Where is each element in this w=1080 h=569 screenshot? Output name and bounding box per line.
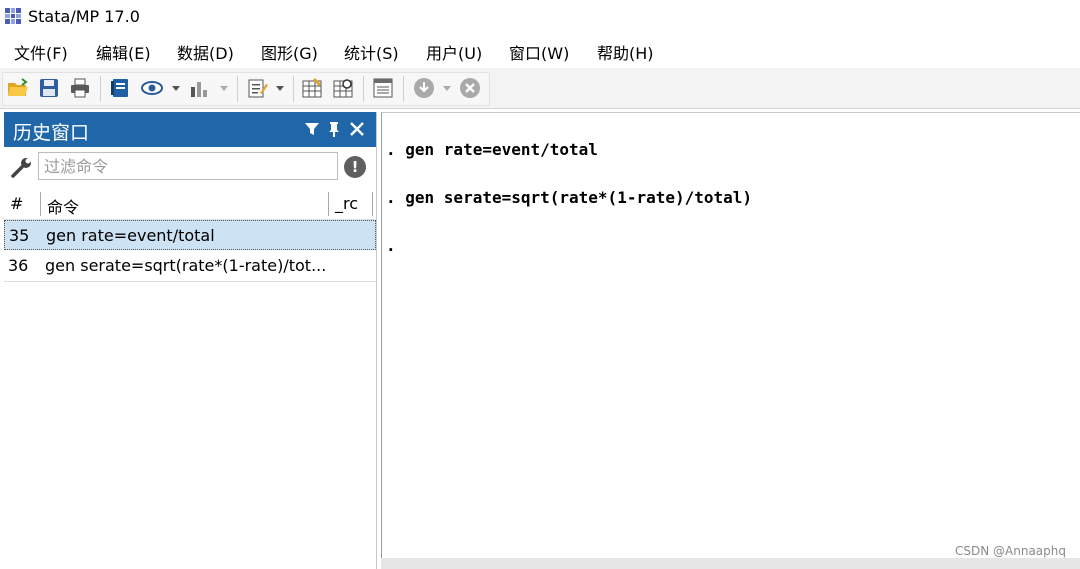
filter-commands-input[interactable] <box>38 152 338 180</box>
more-icon[interactable] <box>413 77 435 99</box>
menu-help[interactable]: 帮助(H) <box>597 40 654 64</box>
viewer-dropdown-icon[interactable] <box>172 86 180 91</box>
variables-manager-icon[interactable] <box>372 77 394 99</box>
column-divider[interactable] <box>328 192 329 216</box>
menu-file[interactable]: 文件(F) <box>14 40 68 64</box>
pin-icon[interactable] <box>325 120 343 138</box>
log-icon[interactable] <box>109 77 131 99</box>
do-file-dropdown-icon[interactable] <box>276 86 284 91</box>
column-number[interactable]: # <box>10 194 23 213</box>
print-icon[interactable] <box>69 77 91 99</box>
toolbar-separator <box>403 76 404 102</box>
toolbar-separator <box>237 76 238 102</box>
results-line: . gen rate=event/total <box>386 140 598 159</box>
results-window[interactable]: . gen rate=event/total . gen serate=sqrt… <box>381 112 1080 559</box>
menu-data[interactable]: 数据(D) <box>177 40 234 64</box>
title-bar: Stata/MP 17.0 <box>0 0 1080 34</box>
menu-statistics[interactable]: 统计(S) <box>344 40 399 64</box>
results-line: . gen serate=sqrt(rate*(1-rate)/total) <box>386 188 753 207</box>
data-editor-icon[interactable] <box>301 77 323 99</box>
history-row-number: 36 <box>8 256 29 275</box>
menu-window[interactable]: 窗口(W) <box>509 40 569 64</box>
break-icon[interactable] <box>459 77 481 99</box>
close-icon[interactable] <box>348 120 366 138</box>
menu-bar: 文件(F) 编辑(E) 数据(D) 图形(G) 统计(S) 用户(U) 窗口(W… <box>0 36 1080 66</box>
watermark: CSDN @Annaaphq <box>955 544 1066 558</box>
save-icon[interactable] <box>38 77 60 99</box>
more-dropdown-icon[interactable] <box>443 86 451 91</box>
column-rc[interactable]: _rc <box>335 194 358 213</box>
results-prompt: . <box>386 236 396 255</box>
column-divider[interactable] <box>372 192 373 216</box>
do-file-editor-icon[interactable] <box>246 77 268 99</box>
filter-icon[interactable] <box>303 120 321 138</box>
history-row[interactable]: 36 gen serate=sqrt(rate*(1-rate)/tot... <box>4 251 376 282</box>
command-window-strip[interactable] <box>381 558 1080 569</box>
column-command[interactable]: 命令 <box>47 194 79 218</box>
column-divider[interactable] <box>40 192 41 216</box>
toolbar-separator <box>363 76 364 102</box>
open-folder-icon[interactable] <box>7 77 29 99</box>
history-panel: 历史窗口 ! # 命令 _rc 35 gen rate=event/total <box>4 112 377 569</box>
history-row-number: 35 <box>9 226 30 245</box>
history-column-header: # 命令 _rc <box>4 189 376 220</box>
toolbar-separator <box>293 76 294 102</box>
menu-edit[interactable]: 编辑(E) <box>96 40 151 64</box>
info-icon[interactable]: ! <box>344 156 366 178</box>
menu-graphics[interactable]: 图形(G) <box>261 40 318 64</box>
toolbar-separator <box>100 76 101 102</box>
filter-row: ! <box>4 150 376 186</box>
viewer-icon[interactable] <box>141 77 163 99</box>
toolbar <box>0 68 1080 109</box>
stata-app-icon <box>5 8 21 24</box>
wrench-icon[interactable] <box>10 156 34 180</box>
graph-dropdown-icon[interactable] <box>220 86 228 91</box>
window-title: Stata/MP 17.0 <box>28 7 140 26</box>
history-panel-header: 历史窗口 <box>4 112 376 147</box>
graph-icon[interactable] <box>189 77 211 99</box>
history-row-command: gen serate=sqrt(rate*(1-rate)/tot... <box>45 256 327 275</box>
menu-user[interactable]: 用户(U) <box>426 40 482 64</box>
history-row[interactable]: 35 gen rate=event/total <box>4 220 376 250</box>
history-row-command: gen rate=event/total <box>46 226 215 245</box>
data-browser-icon[interactable] <box>332 77 354 99</box>
history-panel-title: 历史窗口 <box>13 122 90 144</box>
